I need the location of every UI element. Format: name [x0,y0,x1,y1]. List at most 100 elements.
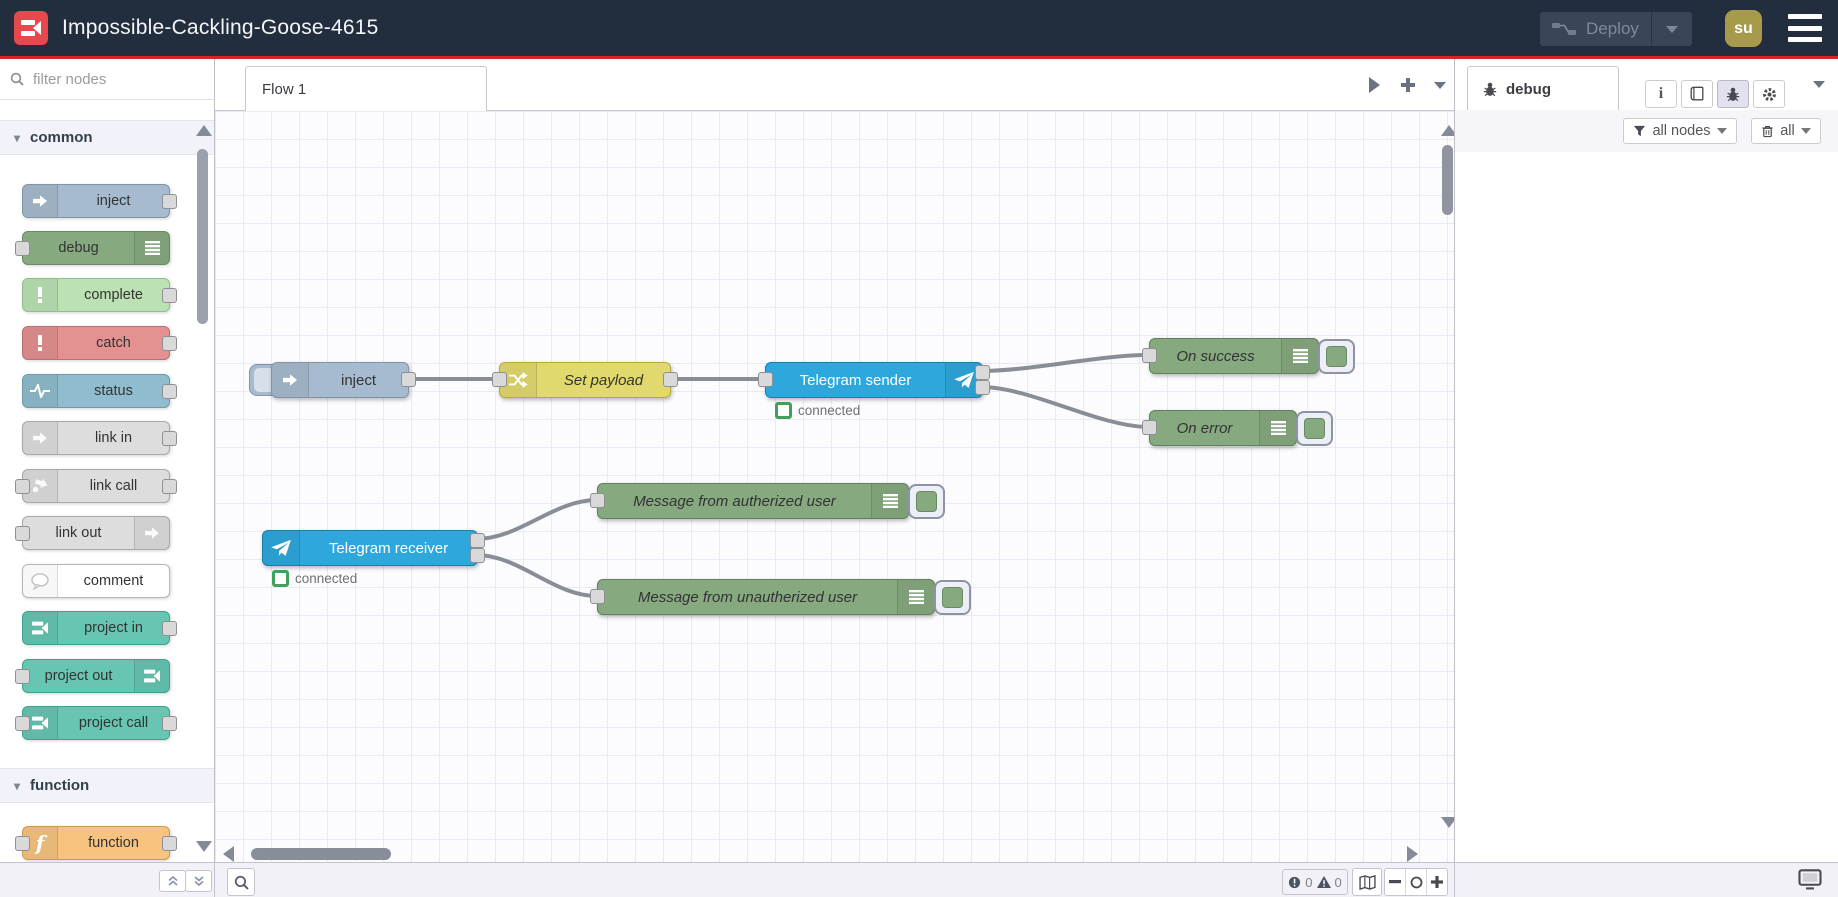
palette-node-inject[interactable]: inject [22,184,177,218]
output-port[interactable] [162,336,177,351]
debug-list-icon [1259,411,1296,445]
view-navigator-button[interactable] [1352,868,1382,896]
input-port[interactable] [15,526,30,541]
zoom-reset-button[interactable] [1405,869,1426,895]
config-tab-button[interactable] [1753,80,1785,108]
input-port[interactable] [1142,348,1157,363]
palette-node-status[interactable]: status [22,374,177,408]
double-chevron-up-icon [167,875,178,886]
notification-counts[interactable]: 0 0 [1282,869,1348,895]
zoom-in-button[interactable] [1426,869,1447,895]
debug-clear-button[interactable]: all [1751,118,1821,144]
palette-node-function[interactable]: f function [15,826,177,860]
canvas-search-button[interactable] [227,868,255,896]
output-port[interactable] [162,836,177,851]
tab-flow-1[interactable]: Flow 1 [245,66,487,111]
flow-node-inject[interactable]: inject [271,362,416,398]
monitor-icon [1798,869,1822,890]
open-in-window-button[interactable] [1798,869,1822,895]
user-avatar[interactable]: su [1725,10,1762,47]
output-port[interactable] [162,288,177,303]
palette-node-comment[interactable]: comment [22,564,170,598]
palette-node-complete[interactable]: complete [22,278,177,312]
debug-enable-toggle[interactable] [1296,411,1333,446]
output-port-error[interactable] [975,380,990,395]
flow-node-on-error[interactable]: On error [1142,410,1333,446]
input-port[interactable] [590,493,605,508]
output-port-success[interactable] [975,365,990,380]
output-port[interactable] [401,372,416,387]
tab-scroll-right-button[interactable] [1361,73,1387,97]
palette-category-function[interactable]: ▾ function [0,768,214,803]
sidebar-options-button[interactable] [1813,81,1825,106]
palette-search [0,59,214,100]
palette-scroll-up-button[interactable] [196,125,212,136]
debug-enable-toggle[interactable] [908,484,945,519]
catch-icon [23,327,58,359]
chevron-down-icon [1716,128,1727,134]
debug-list-icon [134,232,169,264]
deploy-button[interactable]: Deploy [1540,12,1692,46]
flow-canvas[interactable]: inject Set payload Telegram sender conne… [215,111,1454,862]
input-port[interactable] [15,716,30,731]
workspace-title: Impossible-Cackling-Goose-4615 [62,16,379,39]
deploy-options-chevron-icon[interactable] [1654,25,1690,33]
flow-node-telegram-receiver[interactable]: Telegram receiver [262,530,485,566]
info-tab-button[interactable]: i [1645,80,1677,108]
filter-nodes-input[interactable] [31,69,185,89]
flow-list-button[interactable] [1427,73,1453,97]
output-port[interactable] [663,372,678,387]
palette-node-debug[interactable]: debug [15,231,170,265]
palette-node-project-call[interactable]: project call [15,706,177,740]
flow-node-telegram-sender[interactable]: Telegram sender [758,362,990,398]
debug-list-icon [897,580,934,614]
output-port[interactable] [162,384,177,399]
palette-node-link-in[interactable]: link in [22,421,177,455]
debug-list-icon [1281,339,1318,373]
input-port[interactable] [492,372,507,387]
app-logo-icon [14,11,48,45]
debug-tab-button[interactable] [1717,80,1749,108]
palette-scroll-down-button[interactable] [196,841,212,852]
input-port[interactable] [590,589,605,604]
palette-node-link-call[interactable]: link call [15,469,177,503]
palette-scrollbar-thumb[interactable] [197,149,208,324]
palette-node-project-out[interactable]: project out [15,659,170,693]
zoom-out-button[interactable] [1385,869,1405,895]
debug-list-icon [871,484,908,518]
palette-node-catch[interactable]: catch [22,326,177,360]
debug-enable-toggle[interactable] [934,580,971,615]
plus-icon [1401,78,1415,92]
debug-message-list [1455,152,1838,862]
output-port-authorized[interactable] [470,533,485,548]
output-port[interactable] [162,479,177,494]
debug-enable-toggle[interactable] [1318,339,1355,374]
input-port[interactable] [1142,420,1157,435]
input-port[interactable] [15,479,30,494]
output-port[interactable] [162,194,177,209]
palette-category-common[interactable]: ▾ common [0,120,214,155]
output-port[interactable] [162,716,177,731]
flow-node-on-success[interactable]: On success [1142,338,1355,374]
palette-expand-all-button[interactable] [185,870,212,892]
main-menu-button[interactable] [1788,14,1822,42]
sidebar-panel: debug i all nodes all [1454,59,1838,862]
input-port[interactable] [15,241,30,256]
footer-bar: 0 0 [0,862,1838,897]
palette-node-project-in[interactable]: project in [22,611,177,645]
input-port[interactable] [15,669,30,684]
add-flow-button[interactable] [1395,73,1421,97]
flow-node-msg-authorized[interactable]: Message from autherized user [590,483,945,519]
flow-node-msg-unauthorized[interactable]: Message from unautherized user [590,579,971,615]
palette-collapse-all-button[interactable] [159,870,186,892]
input-port[interactable] [15,836,30,851]
flow-node-set-payload[interactable]: Set payload [492,362,678,398]
tab-debug[interactable]: debug [1467,66,1619,111]
debug-filter-button[interactable]: all nodes [1623,118,1737,144]
output-port[interactable] [162,621,177,636]
help-tab-button[interactable] [1681,80,1713,108]
output-port-unauthorized[interactable] [470,548,485,563]
input-port[interactable] [758,372,773,387]
output-port[interactable] [162,431,177,446]
palette-node-link-out[interactable]: link out [15,516,170,550]
